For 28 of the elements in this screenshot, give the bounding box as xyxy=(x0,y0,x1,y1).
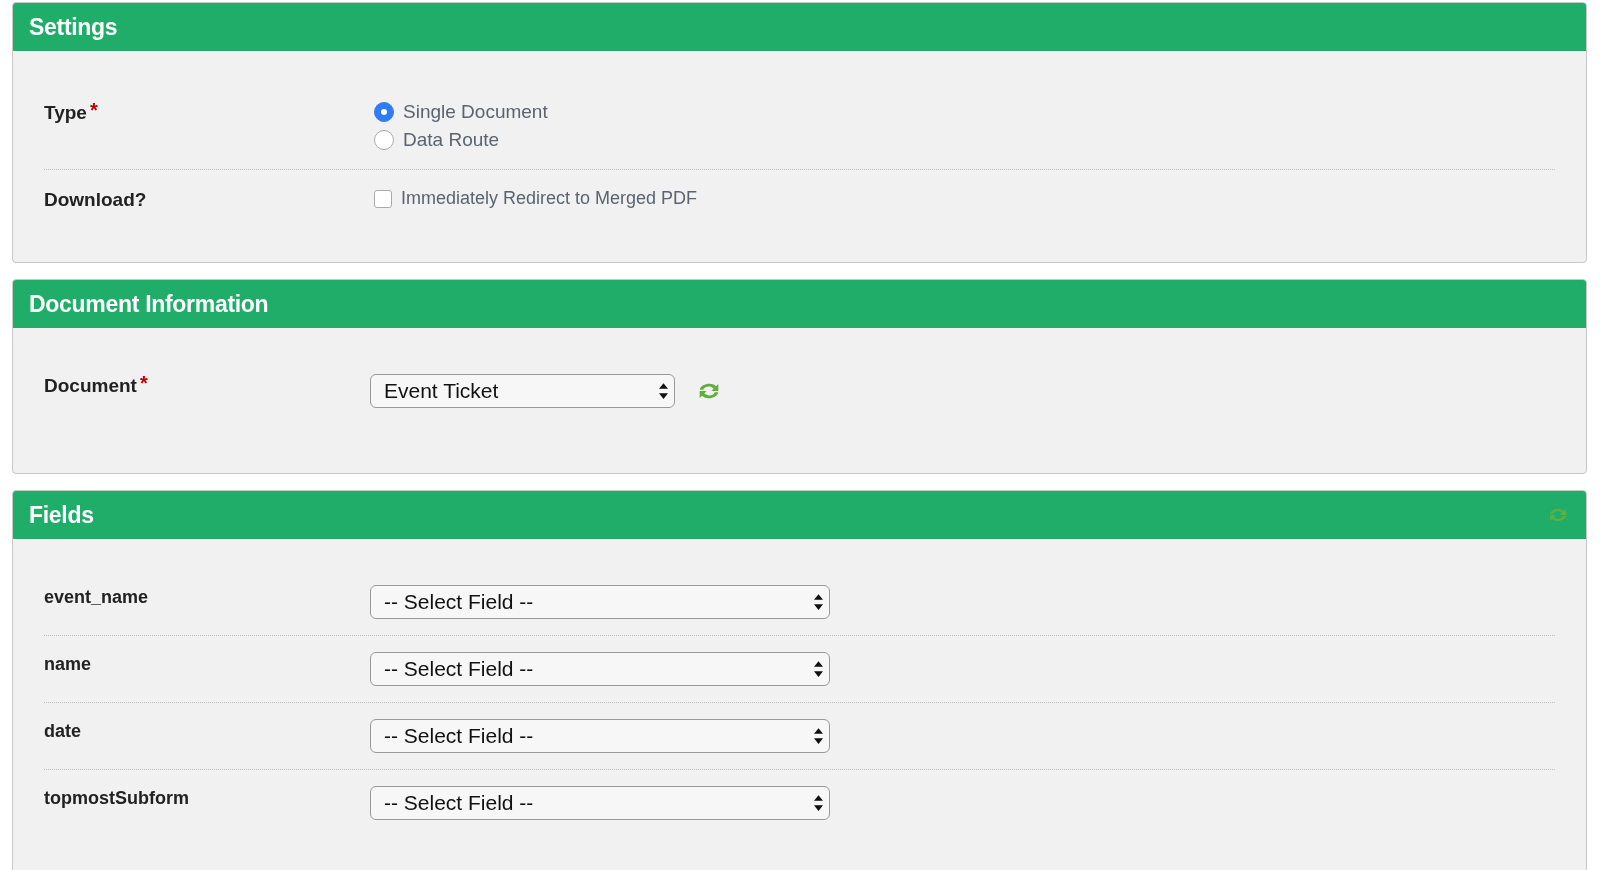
dropdown-arrows-icon[interactable] xyxy=(814,661,823,677)
panel-title: Fields xyxy=(29,501,94,529)
field-label: topmostSubform xyxy=(44,787,189,810)
dropdown-arrows-icon[interactable] xyxy=(814,795,823,811)
dropdown-arrows-icon[interactable] xyxy=(814,594,823,610)
field-label: Type xyxy=(44,101,87,125)
checkbox-label[interactable]: Immediately Redirect to Merged PDF xyxy=(401,188,698,209)
checkbox[interactable] xyxy=(374,189,392,208)
field-select[interactable]: -- Select Field -- xyxy=(370,719,830,753)
field-label: Document xyxy=(44,374,137,398)
required-mark: * xyxy=(139,374,148,392)
radio-label[interactable]: Data Route xyxy=(403,129,500,151)
field-label: date xyxy=(44,720,81,743)
required-mark: * xyxy=(89,101,98,119)
panel-title: Settings xyxy=(29,13,118,41)
dropdown-arrows-icon[interactable] xyxy=(659,383,668,399)
radio-button[interactable] xyxy=(374,130,394,150)
radio-label[interactable]: Single Document xyxy=(403,101,548,123)
radio-button[interactable] xyxy=(374,102,394,122)
field-select[interactable]: -- Select Field -- xyxy=(370,786,830,820)
field-select[interactable]: -- Select Field -- xyxy=(370,652,830,686)
field-label: event_name xyxy=(44,586,149,609)
field-label: Download? xyxy=(44,188,147,212)
panel-title: Document Information xyxy=(29,290,269,318)
field-label: name xyxy=(44,653,92,676)
field-select[interactable]: -- Select Field -- xyxy=(370,585,830,619)
document-select[interactable]: Event Ticket xyxy=(370,374,675,408)
dropdown-arrows-icon[interactable] xyxy=(814,728,823,744)
